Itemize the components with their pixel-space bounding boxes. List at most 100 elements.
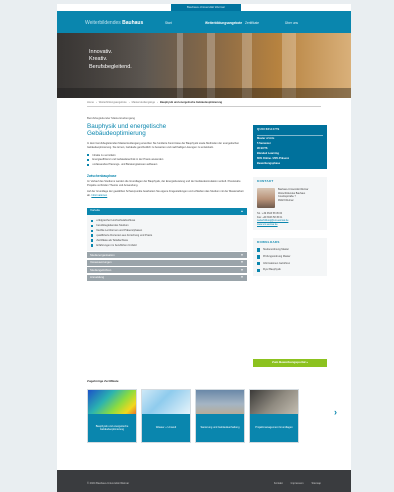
download-link[interactable]: Studienordnung Master bbox=[257, 248, 323, 252]
browser-page: Bauhaus-Universität Weimar Weiterbildend… bbox=[57, 4, 351, 492]
list-item: flexible Lernformen und Präsenzphasen bbox=[91, 229, 243, 232]
hero-claim-line: Berufsbegleitend. bbox=[89, 63, 132, 70]
list-item: Zertifikate als Teilabschluss bbox=[91, 239, 243, 242]
section-text-2: Auf der Grundlage der gewählten Schwerpu… bbox=[87, 190, 244, 198]
accordion-item[interactable]: Anmeldung ▼ bbox=[87, 274, 247, 281]
list-item: qualifizierte Dozenten aus Forschung und… bbox=[91, 234, 243, 237]
bullet-square-icon bbox=[87, 163, 90, 167]
download-link[interactable]: Prüfungsordnung Master bbox=[257, 255, 323, 259]
bullet-square-icon bbox=[91, 219, 94, 223]
quickfact-line: Blended Learning bbox=[257, 152, 279, 156]
contact-row: Bauhaus-Universität Weimar Weiterbildend… bbox=[257, 188, 323, 209]
downloads-heading: DOWNLOADS bbox=[257, 240, 280, 245]
quickfact-line: Bewerbungsphase bbox=[257, 162, 281, 166]
page-background: Bauhaus-Universität Weimar Weiterbildend… bbox=[0, 0, 394, 492]
contact-phone: Tel.: +49 3643 58 45 00 Fax: +49 3643 58… bbox=[257, 212, 323, 226]
footer-copyright: © 2024 Bauhaus-Universität Weimar bbox=[87, 482, 130, 485]
certificate-carousel: Bauphysik und energetische Gebäudeoptimi… bbox=[87, 389, 299, 443]
contact-address: Bauhaus-Universität Weimar Weiterbildend… bbox=[278, 188, 309, 202]
bullet-square-icon bbox=[87, 154, 90, 157]
quickfacts-heading: QUICKFACTS bbox=[257, 127, 280, 131]
contact-heading: KONTAKT bbox=[257, 179, 274, 184]
breadcrumb-item[interactable]: Home bbox=[87, 101, 94, 104]
certificate-caption: Bauphysik und energetische Gebäudeoptimi… bbox=[88, 414, 136, 442]
list-item: Energieeffizienz und Gebäudetechnik in d… bbox=[87, 158, 247, 161]
chevron-up-icon: ▲ bbox=[240, 208, 244, 213]
accordion-item[interactable]: Studienorganisation ▼ bbox=[87, 252, 247, 259]
section-heading: Zwischenbauphase bbox=[87, 173, 117, 178]
quickfact-line: 80% Online / 20% Präsenz bbox=[257, 157, 290, 161]
hero-claim: Innovativ. Kreativ. Berufsbegleitend. bbox=[89, 49, 132, 71]
breadcrumb: Home › Weiterbildungsangebote › Masterstud… bbox=[87, 101, 223, 104]
quickfact-line: Master of Arts bbox=[257, 137, 275, 141]
quickfact-line: 90 ECTS bbox=[257, 147, 268, 151]
chevron-down-icon: ▼ bbox=[240, 260, 244, 265]
pdf-icon bbox=[257, 268, 260, 273]
footer-link-kontakt[interactable]: Kontakt bbox=[274, 482, 283, 485]
download-link[interactable]: Informationen Gebühren bbox=[257, 262, 323, 266]
certificate-card[interactable]: Projektmanagement Grundlagen bbox=[249, 389, 299, 443]
sidebar: QUICKFACTS Master of Arts 5 Semester 90 … bbox=[253, 125, 327, 277]
bullet-list: Inhalte zu vermitteln Energieeffizienz u… bbox=[87, 154, 247, 167]
section-text: Im Verlauf des Studiums werden die Grund… bbox=[87, 179, 241, 187]
certificate-caption: Sanierung und Gebäudeerhaltung bbox=[196, 414, 244, 442]
top-strip-label: Bauhaus-Universität Weimar bbox=[186, 4, 226, 9]
bullet-square-icon bbox=[91, 224, 94, 228]
site-footer: © 2024 Bauhaus-Universität Weimar Kontak… bbox=[57, 470, 351, 492]
hero-image: Innovativ. Kreativ. Berufsbegleitend. bbox=[57, 33, 351, 98]
hero-claim-line: Innovativ. bbox=[89, 49, 113, 55]
accordion-item[interactable]: Voraussetzungen ▼ bbox=[87, 259, 247, 266]
nav-item-ueber-uns[interactable]: Über uns bbox=[285, 21, 325, 25]
bullet-square-icon bbox=[91, 239, 94, 242]
bullet-square-icon bbox=[91, 244, 94, 247]
list-item: erfolgreicher Hochschulabschluss bbox=[91, 219, 243, 222]
nav-item-angebote[interactable]: Weiterbildungsangebote bbox=[205, 21, 245, 25]
certificate-caption: Projektmanagement Grundlagen bbox=[250, 414, 298, 442]
breadcrumb-current: Bauphysik und energetische Gebäudeoptimi… bbox=[160, 101, 223, 104]
application-portal-button[interactable]: Zum Bewerbungsportal » bbox=[253, 359, 327, 367]
breadcrumb-divider bbox=[87, 106, 321, 107]
certificates-heading: Zugehörige Zertifikate bbox=[87, 379, 119, 383]
downloads-box: DOWNLOADS Studienordnung Master Prüfungs… bbox=[253, 238, 327, 277]
list-item: umfassendes Planungs- und Beratungswisse… bbox=[87, 163, 247, 166]
breadcrumb-item[interactable]: Masterstudiengänge bbox=[132, 101, 156, 104]
bullet-square-icon bbox=[91, 229, 94, 232]
chevron-down-icon: ▼ bbox=[240, 275, 244, 280]
pdf-icon bbox=[257, 255, 260, 259]
certificate-card[interactable]: Wasser + Umwelt bbox=[141, 389, 191, 443]
nav-item-zertifikate[interactable]: Zertifikate bbox=[245, 21, 285, 25]
accordion-body: erfolgreicher Hochschulabschluss berufsb… bbox=[87, 214, 247, 251]
logo-line-2: Bauhaus bbox=[122, 20, 144, 26]
info-link[interactable]: Informationen bbox=[91, 194, 107, 197]
main-navigation: Start Weiterbildungsangebote Zertifikate… bbox=[165, 21, 325, 25]
chevron-right-icon[interactable]: › bbox=[334, 407, 337, 419]
certificate-caption: Wasser + Umwelt bbox=[142, 414, 190, 442]
bullet-square-icon bbox=[87, 158, 90, 162]
accordion-header-label: Vorteile bbox=[90, 208, 101, 213]
nav-item-start[interactable]: Start bbox=[165, 21, 205, 25]
list-item: berufsbegleitendes Studium bbox=[91, 224, 243, 227]
breadcrumb-item[interactable]: Weiterbildungsangebote bbox=[99, 101, 127, 104]
site-logo[interactable]: Weiterbildendes Bauhaus bbox=[85, 20, 143, 27]
pdf-icon bbox=[257, 261, 260, 266]
contact-box: KONTAKT Bauhaus-Universität Weimar Weite… bbox=[253, 177, 327, 231]
chevron-down-icon: ▼ bbox=[240, 252, 244, 257]
page-kicker: Berufsbegleitender Masterstudiengang bbox=[87, 116, 136, 120]
main-content: Berufsbegleitender Masterstudiengang Bau… bbox=[87, 116, 247, 281]
hero-claim-line: Kreativ. bbox=[89, 56, 108, 63]
logo-line-1: Weiterbildendes bbox=[85, 20, 121, 26]
chevron-down-icon: ▼ bbox=[240, 267, 244, 272]
bullet-square-icon bbox=[91, 234, 94, 237]
benefit-list: erfolgreicher Hochschulabschluss berufsb… bbox=[91, 219, 243, 247]
certificate-card[interactable]: Bauphysik und energetische Gebäudeoptimi… bbox=[87, 389, 137, 443]
footer-link-sitemap[interactable]: Sitemap bbox=[311, 482, 321, 485]
pdf-icon bbox=[257, 248, 260, 252]
accordion-header-open[interactable]: Vorteile ▲ bbox=[87, 207, 247, 215]
footer-link-impressum[interactable]: Impressum bbox=[291, 482, 304, 485]
list-item: Inhalte zu vermitteln bbox=[87, 154, 247, 157]
accordion-item[interactable]: Studiengebühren ▼ bbox=[87, 267, 247, 274]
download-link[interactable]: Flyer Bauphysik bbox=[257, 268, 323, 273]
certificate-card[interactable]: Sanierung und Gebäudeerhaltung bbox=[195, 389, 245, 443]
contact-web-link[interactable]: www.uni-weimar.de bbox=[257, 223, 323, 226]
list-item: Erfahrungen im beruflichen Umfeld bbox=[91, 244, 243, 247]
